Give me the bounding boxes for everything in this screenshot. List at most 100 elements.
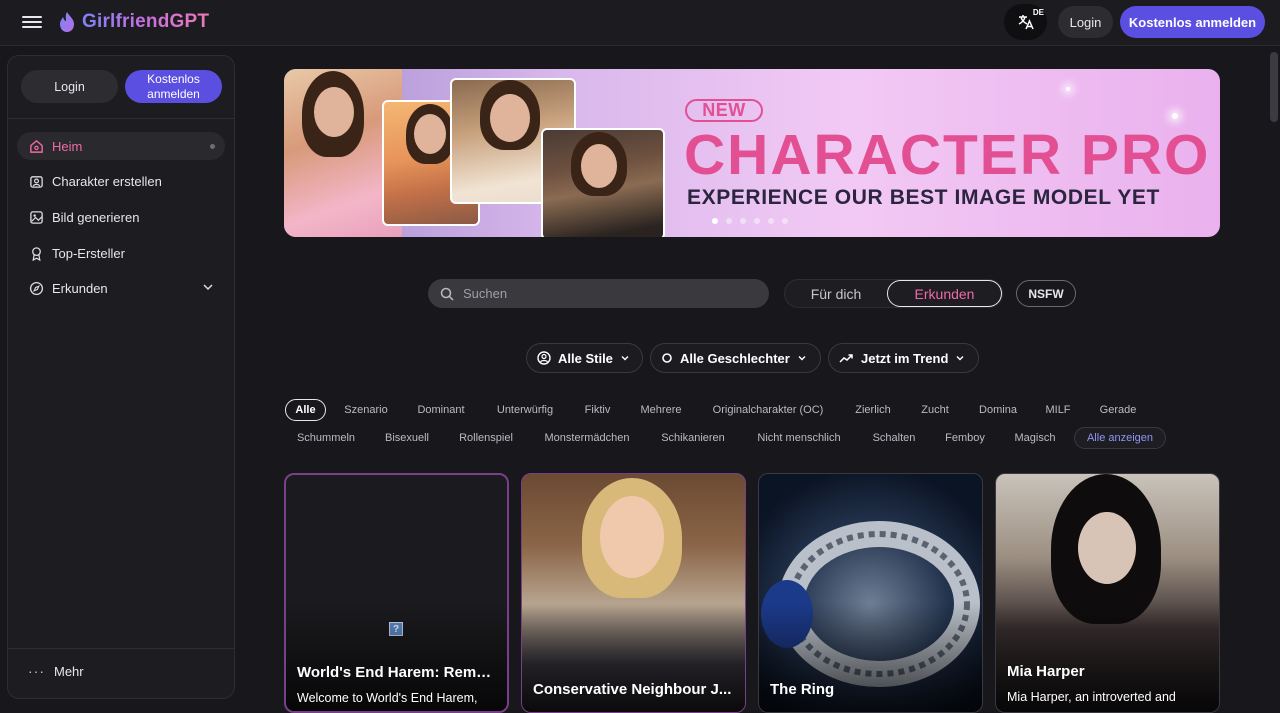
card-title: World's End Harem: Remake — [297, 664, 497, 681]
search-icon — [440, 287, 454, 301]
character-card[interactable]: Mia Harper Mia Harper, an introverted an… — [995, 473, 1220, 713]
tag-chip[interactable]: Domina — [970, 399, 1026, 421]
tag-chip[interactable]: Alle — [285, 399, 326, 421]
trending-up-icon — [839, 354, 853, 363]
nsfw-toggle[interactable]: NSFW — [1016, 280, 1076, 307]
top-bar: GirlfriendGPT DE Login Kostenlos anmelde… — [0, 0, 1280, 46]
user-circle-icon — [537, 351, 551, 365]
new-badge: NEW — [685, 99, 763, 122]
chevron-down-icon — [956, 356, 964, 361]
tag-chip[interactable]: Schikanieren — [653, 427, 733, 449]
search-input[interactable]: Suchen — [428, 279, 769, 308]
tag-chip[interactable]: MILF — [1038, 399, 1078, 421]
brand-logo[interactable]: GirlfriendGPT — [58, 11, 209, 33]
banner-title: CHARACTER PRO — [684, 123, 1211, 187]
card-title: Conservative Neighbour J... — [533, 681, 732, 698]
sparkle — [1172, 113, 1178, 119]
card-description: Welcome to World's End Harem, — [297, 691, 478, 705]
more-icon: ··· — [28, 663, 45, 679]
sparkle — [1066, 87, 1070, 91]
tag-chip[interactable]: Fiktiv — [576, 399, 619, 421]
compass-icon — [28, 280, 44, 296]
show-all-tags-button[interactable]: Alle anzeigen — [1074, 427, 1166, 449]
sidebar-item-label: Top-Ersteller — [52, 245, 125, 261]
login-button[interactable]: Login — [1058, 6, 1113, 38]
gender-filter-label: Alle Geschlechter — [680, 350, 790, 366]
divider — [8, 118, 234, 119]
tag-chip[interactable]: Unterwürfig — [487, 399, 563, 421]
character-card[interactable]: ? World's End Harem: Remake Welcome to W… — [284, 473, 509, 713]
award-icon — [28, 245, 44, 261]
tab-for-you[interactable]: Für dich — [786, 281, 886, 306]
image-icon — [28, 209, 44, 225]
tag-chip[interactable]: Gerade — [1091, 399, 1145, 421]
menu-icon[interactable] — [22, 13, 42, 31]
create-character-icon — [28, 173, 44, 189]
tag-chip[interactable]: Mehrere — [632, 399, 690, 421]
brand-name: GirlfriendGPT — [82, 11, 210, 32]
sidebar: Login Kostenlos anmelden Heim Charakter … — [7, 55, 235, 699]
chevron-down-icon — [203, 284, 213, 291]
tag-chip[interactable]: Szenario — [336, 399, 396, 421]
tag-chip[interactable]: Magisch — [1006, 427, 1064, 449]
character-card[interactable]: The Ring — [758, 473, 983, 713]
tag-chip[interactable]: Monstermädchen — [535, 427, 639, 449]
tag-chip[interactable]: Schummeln — [289, 427, 363, 449]
translate-icon — [1018, 15, 1034, 30]
more-label: Mehr — [54, 663, 84, 679]
sidebar-item-generate-image[interactable]: Bild generieren — [17, 203, 225, 231]
sidebar-item-label: Bild generieren — [52, 209, 140, 225]
circle-icon — [662, 353, 672, 363]
style-filter-dropdown[interactable]: Alle Stile — [526, 343, 643, 373]
tag-chip[interactable]: Originalcharakter (OC) — [704, 399, 832, 421]
language-button[interactable]: DE — [1004, 4, 1047, 40]
carousel-dot[interactable] — [740, 218, 746, 224]
tag-chip[interactable]: Femboy — [938, 427, 992, 449]
home-icon — [28, 138, 44, 154]
active-dot — [210, 144, 215, 149]
tag-chip[interactable]: Bisexuell — [377, 427, 437, 449]
character-card[interactable]: Conservative Neighbour J... — [521, 473, 746, 713]
chevron-down-icon — [798, 356, 806, 361]
tag-chip[interactable]: Nicht menschlich — [748, 427, 850, 449]
banner-photo — [541, 128, 665, 237]
divider — [8, 648, 234, 649]
tag-chip[interactable]: Zierlich — [846, 399, 900, 421]
search-placeholder: Suchen — [463, 286, 508, 301]
gender-filter-dropdown[interactable]: Alle Geschlechter — [650, 343, 821, 373]
more-button[interactable]: ··· Mehr — [28, 663, 84, 679]
carousel-dot[interactable] — [712, 218, 718, 224]
tag-chip[interactable]: Rollenspiel — [451, 427, 521, 449]
tab-explore[interactable]: Erkunden — [887, 280, 1002, 307]
card-title: Mia Harper — [1007, 663, 1085, 680]
signup-button[interactable]: Kostenlos anmelden — [1120, 6, 1265, 38]
sidebar-item-home[interactable]: Heim — [17, 132, 225, 160]
sidebar-item-label: Heim — [52, 138, 83, 154]
language-code: DE — [1032, 8, 1044, 17]
tag-chip[interactable]: Dominant — [408, 399, 474, 421]
sidebar-login-button[interactable]: Login — [21, 70, 118, 103]
flame-icon — [60, 12, 74, 32]
carousel-dot[interactable] — [726, 218, 732, 224]
feed-toggle: Für dich Erkunden — [784, 279, 1003, 308]
carousel-dot[interactable] — [782, 218, 788, 224]
card-title: The Ring — [770, 681, 835, 698]
scrollbar[interactable] — [1270, 52, 1278, 122]
sort-dropdown[interactable]: Jetzt im Trend — [828, 343, 979, 373]
chevron-down-icon — [621, 356, 629, 361]
sidebar-item-label: Charakter erstellen — [52, 173, 162, 189]
carousel-dot[interactable] — [754, 218, 760, 224]
card-description: Mia Harper, an introverted and — [1007, 690, 1176, 704]
promo-banner[interactable]: NEW CHARACTER PRO EXPERIENCE OUR BEST IM… — [284, 69, 1220, 237]
sidebar-item-explore[interactable]: Erkunden — [17, 274, 225, 302]
sidebar-item-top-creators[interactable]: Top-Ersteller — [17, 239, 225, 267]
sidebar-item-label: Erkunden — [52, 280, 108, 296]
tag-chip[interactable]: Schalten — [864, 427, 924, 449]
style-filter-label: Alle Stile — [558, 350, 613, 366]
carousel-dots — [712, 218, 788, 224]
carousel-dot[interactable] — [768, 218, 774, 224]
sidebar-signup-button[interactable]: Kostenlos anmelden — [125, 70, 222, 103]
sidebar-item-create-character[interactable]: Charakter erstellen — [17, 167, 225, 195]
tag-chip[interactable]: Zucht — [914, 399, 956, 421]
banner-subtitle: EXPERIENCE OUR BEST IMAGE MODEL YET — [687, 186, 1160, 209]
